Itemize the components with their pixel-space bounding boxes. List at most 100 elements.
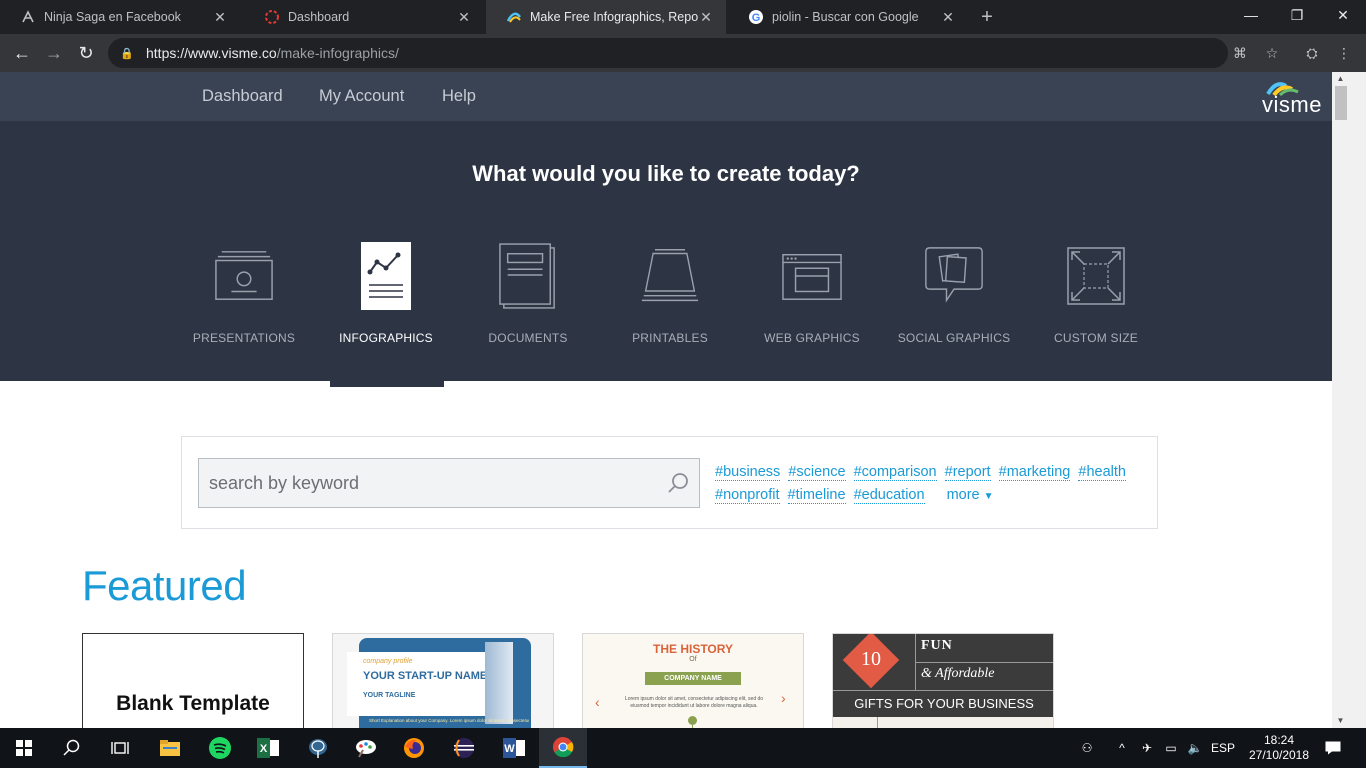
reload-icon[interactable]: ↻ <box>72 39 100 67</box>
language-indicator[interactable]: ESP <box>1208 728 1238 768</box>
close-tab-icon[interactable]: ✕ <box>698 9 714 26</box>
category-web-graphics[interactable]: WEB GRAPHICS <box>742 241 882 361</box>
nav-help-link[interactable]: Help <box>442 87 476 106</box>
search-icon[interactable] <box>666 471 690 495</box>
nav-my-account-link[interactable]: My Account <box>319 87 404 106</box>
caret-down-icon: ▼ <box>983 491 994 502</box>
tag-list: #business #science #comparison #report #… <box>715 461 1135 508</box>
scrollbar-thumb[interactable] <box>1335 86 1347 120</box>
bookmark-star-icon[interactable]: ☆ <box>1261 42 1283 64</box>
card-divider <box>877 717 878 728</box>
card-line2: & Affordable <box>921 666 995 681</box>
file-explorer-icon[interactable] <box>146 728 194 768</box>
menu-kebab-icon[interactable]: ⋮ <box>1333 42 1355 64</box>
category-documents[interactable]: DOCUMENTS <box>458 241 598 361</box>
tab-visme-active[interactable]: Make Free Infographics, Reports ✕ <box>486 0 726 34</box>
card-thumbnail-label: company profile YOUR START-UP NAME YOUR … <box>347 652 497 716</box>
category-label: INFOGRAPHICS <box>339 331 433 345</box>
card-line3: GIFTS FOR YOUR BUSINESS CLIENTS <box>833 690 1053 728</box>
volume-icon[interactable]: 🔈 <box>1184 728 1206 768</box>
postgresql-icon[interactable] <box>294 728 342 768</box>
clock[interactable]: 18:24 27/10/2018 <box>1244 728 1314 768</box>
category-presentations[interactable]: PRESENTATIONS <box>174 241 314 361</box>
timeline-dot <box>688 716 697 725</box>
category-custom-size[interactable]: CUSTOM SIZE <box>1026 241 1166 361</box>
close-tab-icon[interactable]: ✕ <box>940 9 956 26</box>
tag-timeline[interactable]: #timeline <box>787 487 846 504</box>
category-label: PRESENTATIONS <box>192 331 296 345</box>
page-scrollbar[interactable]: ▲ ▼ <box>1332 72 1366 728</box>
tab-title: Ninja Saga en Facebook <box>44 10 181 24</box>
tag-science[interactable]: #science <box>788 464 846 481</box>
chrome-icon[interactable] <box>539 728 587 768</box>
card-title: YOUR START-UP NAME <box>363 670 488 682</box>
ninja-icon <box>20 9 36 25</box>
address-bar[interactable]: 🔒 https://www.visme.co/make-infographics… <box>108 38 1228 68</box>
tag-health[interactable]: #health <box>1078 464 1126 481</box>
tag-education[interactable]: #education <box>853 487 925 504</box>
template-card-startup[interactable]: company profile YOUR START-UP NAME YOUR … <box>332 633 554 728</box>
tag-nonprofit[interactable]: #nonprofit <box>715 487 780 504</box>
scroll-down-arrow-icon[interactable]: ▼ <box>1332 714 1349 728</box>
card-title: THE HISTORY <box>652 642 733 656</box>
chevron-left-icon: ‹ <box>595 694 600 710</box>
paint-app-icon[interactable] <box>342 728 390 768</box>
visme-icon <box>506 9 522 25</box>
notifications-icon[interactable] <box>1320 728 1346 768</box>
restore-button[interactable]: ❐ <box>1274 0 1320 30</box>
people-icon[interactable]: ⚇ <box>1076 728 1098 768</box>
category-label: CUSTOM SIZE <box>1054 331 1138 345</box>
more-label: more <box>946 487 980 503</box>
task-view-icon[interactable] <box>96 728 144 768</box>
tab-ninja-saga[interactable]: Ninja Saga en Facebook ✕ <box>0 0 240 34</box>
visme-page: Dashboard My Account Help visme What wou… <box>0 72 1332 728</box>
category-infographics[interactable]: INFOGRAPHICS <box>316 241 456 361</box>
close-window-button[interactable]: ✕ <box>1320 0 1366 30</box>
card-number-panel: 10 <box>833 634 915 690</box>
battery-icon[interactable]: ▭ <box>1160 728 1182 768</box>
web-graphic-icon <box>782 241 842 311</box>
more-tags-dropdown[interactable]: more ▼ <box>947 487 994 503</box>
excel-icon[interactable]: X <box>244 728 292 768</box>
clock-date: 27/10/2018 <box>1248 748 1310 762</box>
eclipse-icon[interactable] <box>440 728 488 768</box>
airplane-icon[interactable]: ✈ <box>1136 728 1158 768</box>
infographic-icon <box>356 241 416 311</box>
url-path: /make-infographics/ <box>276 45 399 61</box>
nav-dashboard-link[interactable]: Dashboard <box>202 87 283 106</box>
new-tab-button[interactable]: + <box>976 5 998 29</box>
tag-report[interactable]: #report <box>944 464 991 481</box>
tag-business[interactable]: #business <box>715 464 781 481</box>
close-tab-icon[interactable]: ✕ <box>212 9 228 26</box>
chevron-up-icon[interactable]: ^ <box>1112 728 1132 768</box>
category-label: PRINTABLES <box>632 331 708 345</box>
windows-start-icon[interactable] <box>0 728 48 768</box>
keyword-search-input[interactable] <box>198 458 700 508</box>
template-card-blank[interactable]: Blank Template <box>82 633 304 728</box>
word-icon[interactable]: W <box>490 728 538 768</box>
tag-comparison[interactable]: #comparison <box>853 464 937 481</box>
extension-icon[interactable]: ⛭ <box>1301 42 1323 64</box>
category-printables[interactable]: PRINTABLES <box>600 241 740 361</box>
template-card-history[interactable]: THE HISTORY Of COMPANY NAME ‹ › Lorem ip… <box>582 633 804 728</box>
spotify-icon[interactable] <box>196 728 244 768</box>
dashboard-ring-icon <box>264 9 280 25</box>
template-card-gifts[interactable]: 10 FUN & Affordable GIFTS FOR YOUR BUSIN… <box>832 633 1054 728</box>
firefox-icon[interactable] <box>390 728 438 768</box>
search-icon[interactable] <box>48 728 96 768</box>
minimize-button[interactable]: ― <box>1228 0 1274 30</box>
tab-google-search[interactable]: G piolin - Buscar con Google ✕ <box>728 0 968 34</box>
browser-tab-strip: Ninja Saga en Facebook ✕ Dashboard ✕ Mak… <box>0 0 1366 34</box>
translate-icon[interactable]: ⌘ <box>1229 42 1251 64</box>
visme-logo[interactable]: visme <box>1258 80 1322 118</box>
forward-arrow-icon[interactable]: → <box>40 39 68 67</box>
hero-heading: What would you like to create today? <box>472 161 860 186</box>
category-social-graphics[interactable]: SOCIAL GRAPHICS <box>884 241 1024 361</box>
close-tab-icon[interactable]: ✕ <box>456 9 472 26</box>
card-body-text: Lorem ipsum dolor sit amet, consectetur … <box>624 696 764 709</box>
tab-title: Make Free Infographics, Reports <box>530 10 698 24</box>
tab-dashboard[interactable]: Dashboard ✕ <box>244 0 484 34</box>
tag-marketing[interactable]: #marketing <box>998 464 1071 481</box>
scroll-up-arrow-icon[interactable]: ▲ <box>1332 72 1349 86</box>
back-arrow-icon[interactable]: ← <box>8 39 36 67</box>
